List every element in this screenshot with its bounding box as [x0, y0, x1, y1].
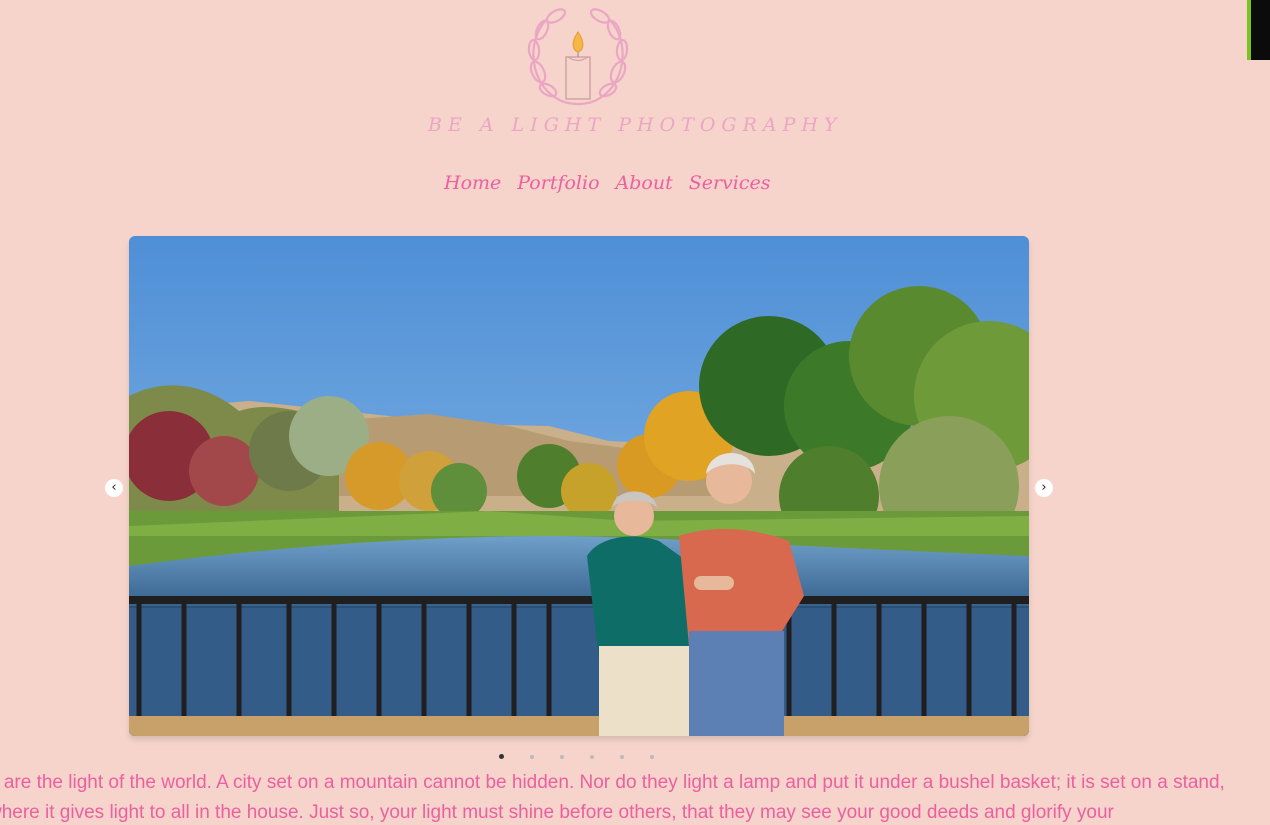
- slider-dot-1[interactable]: [497, 752, 506, 761]
- slider-dot-2[interactable]: [527, 752, 536, 761]
- corner-widget[interactable]: [1247, 0, 1270, 60]
- slider-dot-4[interactable]: [587, 752, 596, 761]
- nav-home[interactable]: Home: [444, 172, 501, 194]
- slider-dots: [497, 752, 656, 761]
- brand-name: BE A LIGHT PHOTOGRAPHY: [428, 114, 843, 136]
- slide-photo: [129, 236, 1029, 736]
- slider-dot-5[interactable]: [617, 752, 626, 761]
- page: BE A LIGHT PHOTOGRAPHY Home Portfolio Ab…: [0, 0, 1270, 825]
- slider-dot-6[interactable]: [647, 752, 656, 761]
- slider-next-button[interactable]: ›: [1035, 479, 1053, 497]
- nav-about[interactable]: About: [616, 172, 673, 194]
- candle-wreath-icon: [527, 8, 629, 106]
- chevron-left-icon: ‹: [111, 480, 117, 495]
- slider-prev-button[interactable]: ‹: [105, 479, 123, 497]
- site-logo[interactable]: BE A LIGHT PHOTOGRAPHY: [428, 2, 837, 136]
- main-nav: Home Portfolio About Services: [444, 172, 771, 194]
- slider-dot-3[interactable]: [557, 752, 566, 761]
- nav-services[interactable]: Services: [689, 172, 771, 194]
- chevron-right-icon: ›: [1041, 480, 1047, 495]
- nav-portfolio[interactable]: Portfolio: [517, 172, 599, 194]
- image-slider[interactable]: [129, 236, 1029, 736]
- scripture-quote: u are the light of the world. A city set…: [0, 772, 1225, 823]
